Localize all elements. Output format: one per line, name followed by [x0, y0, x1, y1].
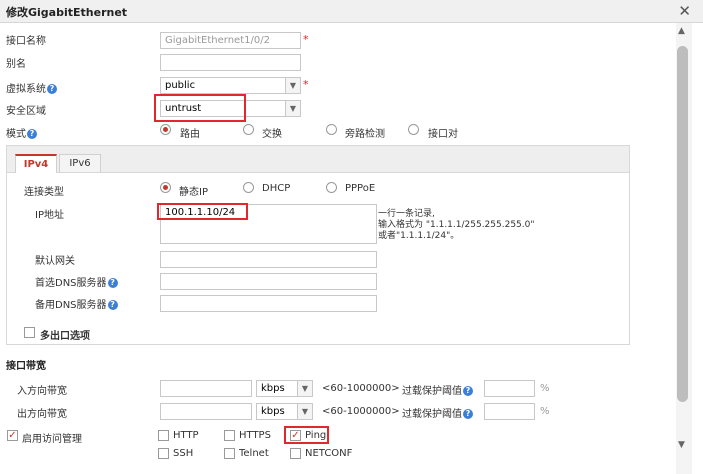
chevron-down-icon: ▼ — [297, 404, 312, 419]
dialog-title: 修改GigabitEthernet — [6, 6, 128, 19]
conn-type-label: 连接类型 — [24, 187, 64, 198]
gateway-label: 默认网关 — [35, 256, 75, 267]
conn-option-label: 静态IP — [179, 187, 208, 198]
help-icon[interactable]: ? — [463, 386, 473, 396]
help-icon[interactable]: ? — [27, 129, 37, 139]
percent-label: % — [540, 406, 550, 417]
ip-hint-line: 或者"1.1.1.1/24"。 — [378, 231, 460, 241]
out-overload-label: 过载保护阈值? — [402, 405, 473, 420]
chevron-down-icon: ▼ — [285, 78, 300, 93]
dialog-content: 接口名称 GigabitEthernet1/0/2 * 别名 虚拟系统? pub… — [0, 23, 675, 474]
dns2-input[interactable] — [160, 295, 377, 312]
netconf-checkbox[interactable] — [290, 448, 301, 459]
scroll-up-icon[interactable]: ▲ — [678, 26, 685, 36]
dns2-label: 备用DNS服务器? — [35, 296, 118, 311]
ssh-checkbox[interactable] — [158, 448, 169, 459]
multi-egress-checkbox[interactable] — [24, 327, 35, 338]
ip-panel: IPv4 IPv6 连接类型 静态IP DHCP PPPoE IP地址 100.… — [6, 145, 630, 345]
out-overload-input[interactable] — [484, 403, 535, 420]
https-checkbox[interactable] — [224, 430, 235, 441]
telnet-checkbox[interactable] — [224, 448, 235, 459]
in-overload-input[interactable] — [484, 380, 535, 397]
mode-label: 模式? — [6, 125, 37, 140]
conn-option-label: DHCP — [262, 183, 291, 194]
mode-option-label: 路由 — [180, 129, 200, 140]
out-bw-label: 出方向带宽 — [17, 409, 67, 420]
mode-option-label: 交换 — [262, 129, 282, 140]
in-bw-input[interactable] — [160, 380, 252, 397]
access-enable-checkbox[interactable]: ✓ — [7, 430, 18, 441]
conn-radio-static[interactable] — [160, 182, 171, 193]
if-name-label: 接口名称 — [6, 36, 46, 47]
chevron-down-icon: ▼ — [285, 101, 300, 116]
ip-hint-line: 一行一条记录, — [378, 209, 435, 219]
out-bw-range: <60-1000000> — [322, 406, 400, 417]
help-icon[interactable]: ? — [107, 300, 118, 310]
scroll-down-icon[interactable]: ▼ — [678, 440, 685, 450]
out-bw-input[interactable] — [160, 403, 252, 420]
highlight-ping — [284, 426, 329, 444]
zone-label: 安全区域 — [6, 106, 46, 117]
required-mark: * — [303, 78, 309, 91]
highlight-ip — [157, 203, 248, 220]
chevron-down-icon: ▼ — [297, 381, 312, 396]
tab-bar: IPv4 IPv6 — [7, 146, 629, 173]
percent-label: % — [540, 383, 550, 394]
highlight-zone — [154, 94, 246, 122]
help-icon[interactable]: ? — [463, 409, 473, 419]
mode-radio-switch[interactable] — [243, 124, 254, 135]
ip-label: IP地址 — [35, 210, 64, 221]
dialog-titlebar: 修改GigabitEthernet ✕ — [0, 0, 703, 23]
tab-ipv4[interactable]: IPv4 — [15, 154, 57, 173]
http-label: HTTP — [173, 430, 199, 441]
http-checkbox[interactable] — [158, 430, 169, 441]
scrollbar-thumb[interactable] — [677, 46, 688, 402]
help-icon[interactable]: ? — [107, 278, 118, 288]
access-enable-label: 启用访问管理 — [22, 434, 82, 445]
mode-radio-pair[interactable] — [408, 124, 419, 135]
https-label: HTTPS — [239, 430, 271, 441]
in-overload-label: 过载保护阈值? — [402, 382, 473, 397]
ip-hint-line: 输入格式为 "1.1.1.1/255.255.255.0" — [378, 220, 535, 230]
vsys-select[interactable]: public ▼ — [160, 77, 301, 94]
telnet-label: Telnet — [239, 448, 269, 459]
if-name-field: GigabitEthernet1/0/2 — [160, 32, 301, 49]
mode-option-label: 旁路检测 — [345, 129, 385, 140]
netconf-label: NETCONF — [305, 448, 353, 459]
dns1-label: 首选DNS服务器? — [35, 274, 118, 289]
close-icon[interactable]: ✕ — [678, 2, 691, 20]
bandwidth-section-title: 接口带宽 — [6, 361, 46, 372]
conn-radio-dhcp[interactable] — [243, 182, 254, 193]
gateway-input[interactable] — [160, 251, 377, 268]
alias-input[interactable] — [160, 54, 301, 71]
in-bw-range: <60-1000000> — [322, 383, 400, 394]
out-bw-unit-select[interactable]: kbps ▼ — [256, 403, 313, 420]
multi-egress-label: 多出口选项 — [40, 331, 90, 342]
in-bw-label: 入方向带宽 — [17, 386, 67, 397]
vsys-label: 虚拟系统? — [6, 80, 57, 95]
ssh-label: SSH — [173, 448, 194, 459]
mode-radio-bypass[interactable] — [326, 124, 337, 135]
conn-radio-pppoe[interactable] — [326, 182, 337, 193]
tab-ipv6[interactable]: IPv6 — [59, 154, 101, 172]
mode-option-label: 接口对 — [428, 129, 458, 140]
in-bw-unit-select[interactable]: kbps ▼ — [256, 380, 313, 397]
alias-label: 别名 — [6, 59, 26, 70]
dns1-input[interactable] — [160, 273, 377, 290]
help-icon[interactable]: ? — [47, 84, 57, 94]
mode-radio-route[interactable] — [160, 124, 171, 135]
required-mark: * — [303, 33, 309, 46]
conn-option-label: PPPoE — [345, 183, 376, 194]
